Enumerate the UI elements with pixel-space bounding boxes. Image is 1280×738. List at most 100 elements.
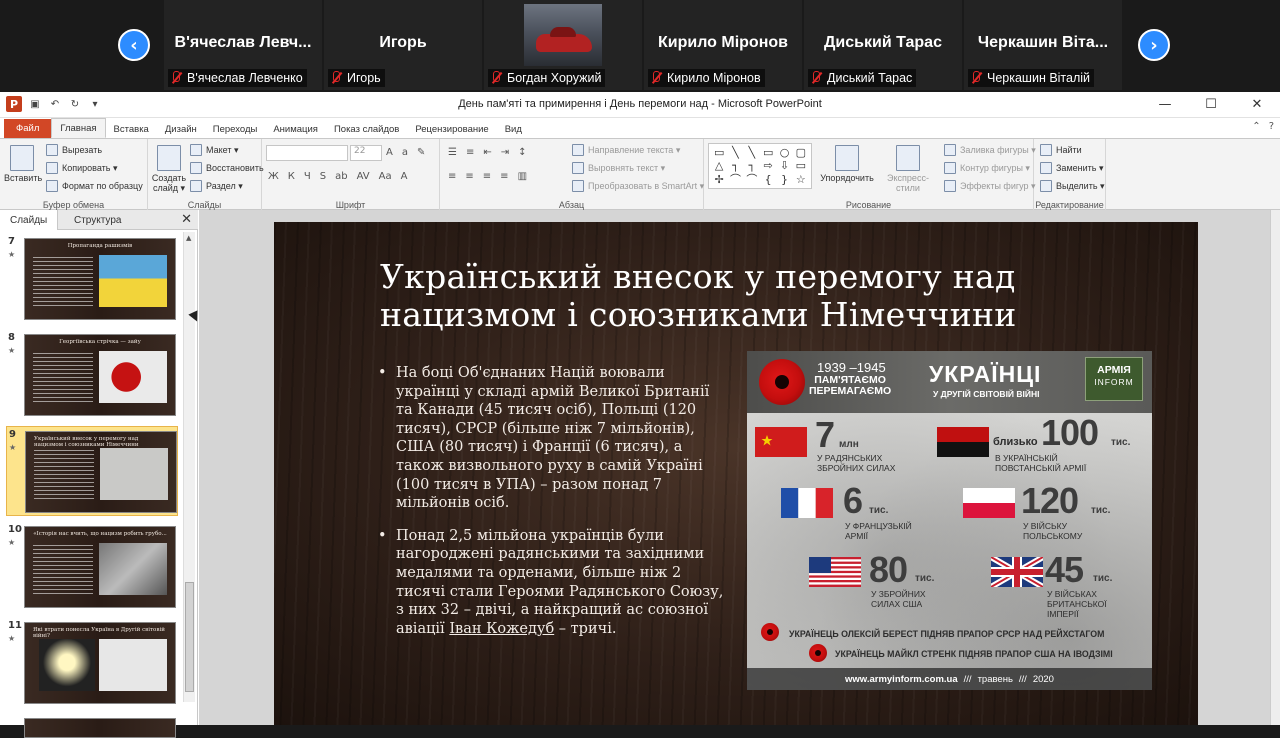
cut-button[interactable]: Вырезать [46,144,102,156]
slide-thumbnail-7[interactable]: 7 ★ Пропаганда рашизмів [6,234,178,324]
arrow2-shape-icon[interactable]: ⇩ [780,159,789,172]
tab-slideshow[interactable]: Показ слайдов [326,120,407,138]
strikethrough-icon[interactable]: ab [335,171,347,182]
align-left-icon[interactable]: ≡ [448,171,456,182]
slide-thumbnail-12[interactable] [6,714,178,738]
shadow-icon[interactable]: S [320,171,326,182]
oval-shape-icon[interactable]: ○ [780,146,790,159]
tab-home[interactable]: Главная [51,118,106,138]
font-color-icon[interactable]: A [401,171,408,182]
tab-insert[interactable]: Вставка [106,120,157,138]
next-page-arrow-icon[interactable]: › [1138,29,1170,61]
shape-effects-button[interactable]: Эффекты фигур ▾ [944,180,1036,192]
participant-tile[interactable]: Игорь Игорь [324,0,482,90]
scrollbar-thumb[interactable] [185,582,194,692]
thumbnails-scrollbar[interactable]: ▲ [183,232,195,702]
font-size-input[interactable]: 22 [350,145,382,161]
arrange-button[interactable]: Упорядочить [820,145,874,183]
replace-button[interactable]: Заменить ▾ [1040,162,1103,174]
line-spacing-icon[interactable]: ↕ [518,147,526,158]
shape-fill-button[interactable]: Заливка фигуры ▾ [944,144,1036,156]
arrow-shape-icon[interactable]: ⇨ [764,159,773,172]
numbering-icon[interactable]: ≡ [466,147,474,158]
rounded-shape-icon[interactable]: ▢ [796,146,806,159]
select-button[interactable]: Выделить ▾ [1040,180,1105,192]
prev-page-arrow-icon[interactable]: ‹ [118,29,150,61]
shrink-font-icon[interactable]: a [402,147,408,158]
section-button[interactable]: Раздел ▾ [190,180,243,192]
connector-shape-icon[interactable]: ┐ [732,159,739,172]
tab-animations[interactable]: Анимация [265,120,326,138]
infographic-image[interactable]: 1939 –1945 ПАМ'ЯТАЄМО ПЕРЕМАГАЄМО УКРАЇНЦ… [747,351,1152,690]
copy-button[interactable]: Копировать ▾ [46,162,117,174]
smartart-button[interactable]: Преобразовать в SmartArt ▾ [572,180,704,192]
case-icon[interactable]: Aa [379,171,392,182]
align-center-icon[interactable]: ≡ [465,171,473,182]
indent-dec-icon[interactable]: ⇤ [483,147,491,158]
quick-styles-button[interactable]: Экспресс-стили [876,145,940,193]
participant-tile[interactable]: Черкашин Віта... Черкашин Віталій [964,0,1122,90]
close-icon[interactable]: ✕ [1234,92,1280,116]
reset-button[interactable]: Восстановить [190,162,264,174]
align-right-icon[interactable]: ≡ [483,171,491,182]
italic-icon[interactable]: К [288,171,295,182]
kozhedub-link[interactable]: Іван Кожедуб [449,621,554,637]
line2-shape-icon[interactable]: ╲ [749,146,756,159]
find-button[interactable]: Найти [1040,144,1082,156]
collapse-ribbon-icon[interactable]: ⌃ [1252,121,1260,132]
justify-icon[interactable]: ≡ [500,171,508,182]
connector2-shape-icon[interactable]: ┐ [749,159,756,172]
curve-shape-icon[interactable]: ⌒ [730,173,741,186]
tab-view[interactable]: Вид [497,120,530,138]
slide-title[interactable]: Український внесок у перемогу над нацизм… [380,258,1100,334]
brace2-shape-icon[interactable]: } [781,173,788,186]
shape-outline-button[interactable]: Контур фигуры ▾ [944,162,1030,174]
triangle-shape-icon[interactable]: △ [715,159,723,172]
spacing-icon[interactable]: AV [357,171,370,182]
participant-tile[interactable]: Диський Тарас Диський Тарас [804,0,962,90]
tab-outline[interactable]: Структура [64,210,131,230]
current-slide[interactable]: Український внесок у перемогу над нацизм… [274,222,1198,725]
text-direction-button[interactable]: Направление текста ▾ [572,144,680,156]
format-painter-button[interactable]: Формат по образцу [46,180,143,192]
tab-slides[interactable]: Слайды [0,210,59,230]
bullets-icon[interactable]: ☰ [448,147,457,158]
maximize-icon[interactable]: ☐ [1188,92,1234,116]
brace-shape-icon[interactable]: { [765,173,772,186]
font-name-input[interactable] [266,145,348,161]
participant-tile[interactable]: Кирило Міронов Кирило Міронов [644,0,802,90]
participant-tile[interactable]: Богдан Хоружий [484,0,642,90]
slide-bullets[interactable]: На боці Об'єднаних Націй воювали українц… [378,364,728,652]
line-shape-icon[interactable]: ╲ [732,146,739,159]
tab-design[interactable]: Дизайн [157,120,205,138]
tab-transitions[interactable]: Переходы [205,120,266,138]
help-icon[interactable]: ? [1269,121,1274,132]
slide-thumbnail-9[interactable]: 9 ★ Український внесок у перемогу над на… [6,426,178,516]
minimize-icon[interactable]: — [1142,92,1188,116]
columns-icon[interactable]: ▥ [518,171,527,182]
callout-shape-icon[interactable]: ▭ [796,159,806,172]
paste-button[interactable]: Вставить [4,145,42,183]
box-shape-icon[interactable]: ▭ [763,146,773,159]
plus-shape-icon[interactable]: ✢ [715,173,724,186]
slide-thumbnail-10[interactable]: 10 ★ «Історія нас вчить, що нацизм робит… [6,522,178,612]
clear-format-icon[interactable]: ✎ [417,147,425,158]
participant-tile[interactable]: В'ячеслав Левч... В'ячеслав Левченко [164,0,322,90]
rect-shape-icon[interactable]: ▭ [714,146,724,159]
shapes-gallery[interactable]: ▭ ╲ ╲ ▭ ○ ▢ △ ┐ ┐ ⇨ ⇩ ▭ ✢ ⌒ ⌒ {} ☆ [708,143,812,189]
slide-thumbnail-8[interactable]: 8 ★ Георгіївська стрічка — зайу [6,330,178,420]
layout-button[interactable]: Макет ▾ [190,144,239,156]
editor-scrollbar[interactable] [1270,210,1280,725]
indent-inc-icon[interactable]: ⇥ [501,147,509,158]
tab-review[interactable]: Рецензирование [407,120,496,138]
tab-file[interactable]: Файл [4,119,52,138]
close-icon[interactable]: ✕ [181,212,192,227]
underline-icon[interactable]: Ч [304,171,311,182]
new-slide-button[interactable]: Создать слайд ▾ [150,145,188,194]
align-text-button[interactable]: Выровнять текст ▾ [572,162,665,174]
curve2-shape-icon[interactable]: ⌒ [746,173,757,186]
slide-thumbnail-11[interactable]: 11 ★ Які втрати понесла Україна в Другій… [6,618,178,708]
scroll-up-icon[interactable]: ▲ [186,234,191,242]
bold-icon[interactable]: Ж [268,171,279,182]
star-shape-icon[interactable]: ☆ [796,173,806,186]
